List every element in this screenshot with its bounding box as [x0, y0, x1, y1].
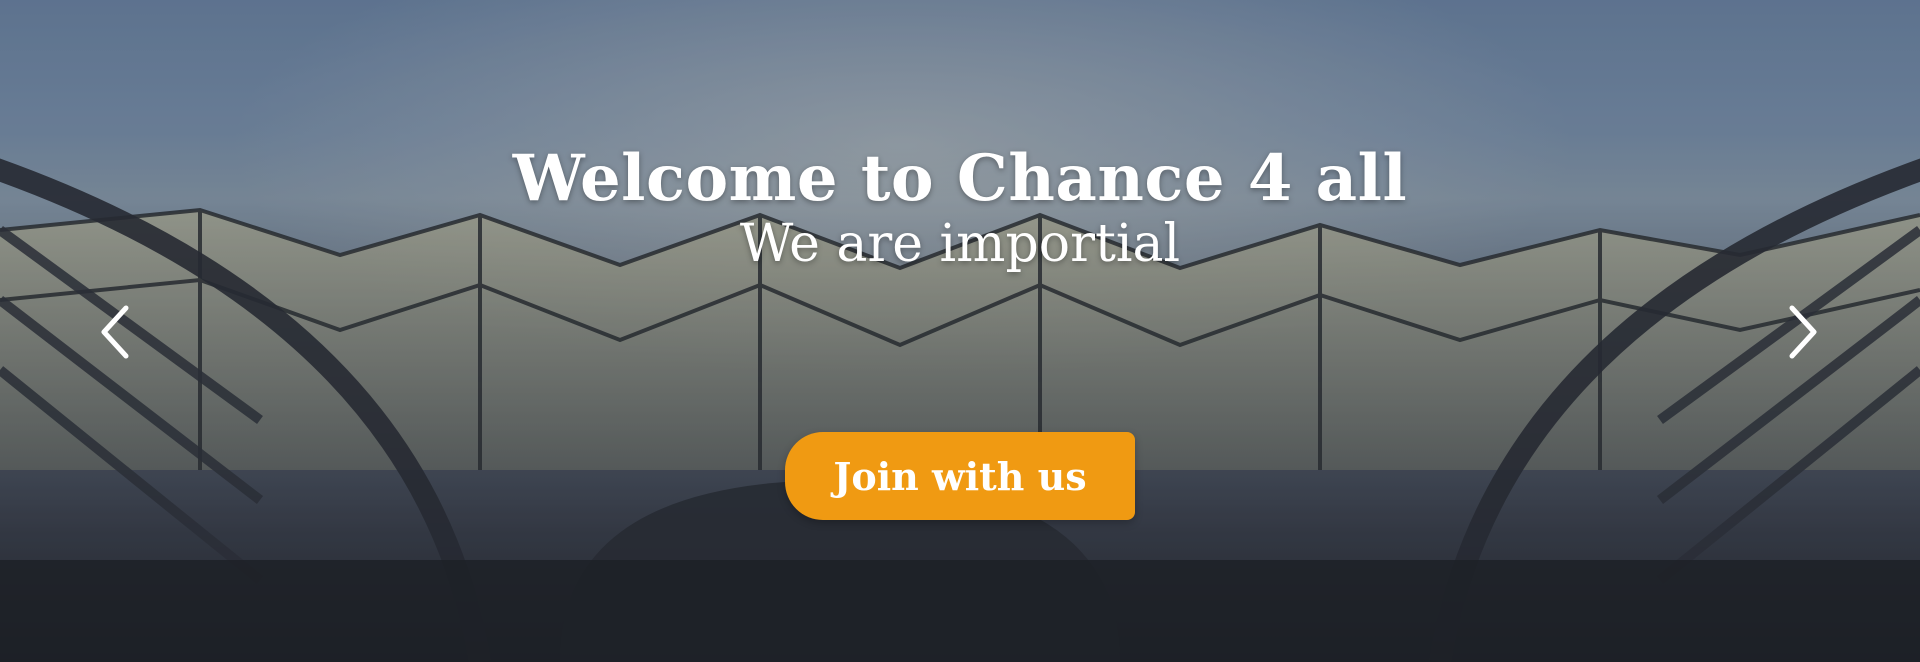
carousel-next-button[interactable] [1772, 296, 1832, 368]
chevron-right-icon [1789, 305, 1817, 359]
hero-content: Welcome to Chance 4 all We are importial… [0, 0, 1920, 662]
carousel-prev-button[interactable] [86, 296, 146, 368]
chevron-left-icon [101, 305, 129, 359]
hero-title: Welcome to Chance 4 all [512, 141, 1408, 216]
hero-subtitle: We are importial [739, 214, 1181, 274]
join-button[interactable]: Join with us [785, 432, 1135, 520]
hero-carousel: Welcome to Chance 4 all We are importial… [0, 0, 1920, 662]
